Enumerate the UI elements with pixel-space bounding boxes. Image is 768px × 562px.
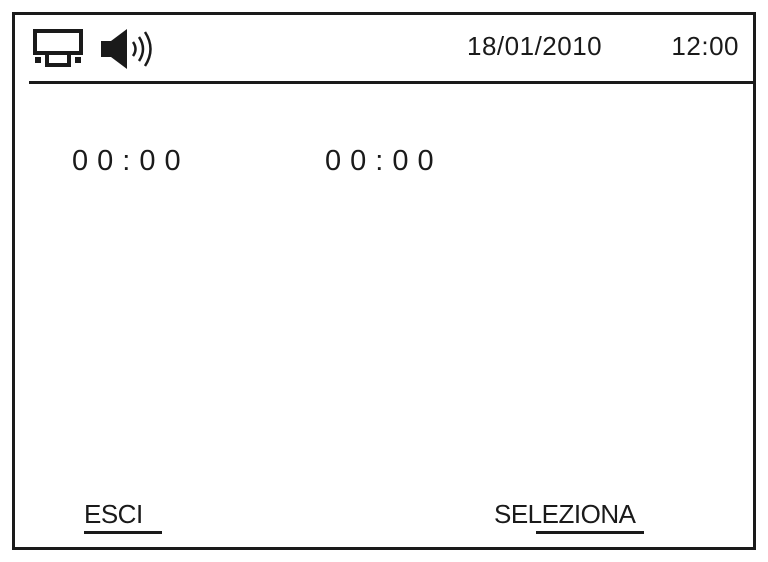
status-date: 18/01/2010: [467, 31, 603, 61]
exit-softkey-underline: [84, 531, 162, 534]
status-time: 12:00: [671, 31, 739, 61]
select-softkey[interactable]: SELEZIONA: [494, 498, 636, 530]
select-softkey-underline: [536, 531, 644, 534]
device-screen: 18/01/2010 12:00 00:00 00:00: [12, 12, 756, 550]
network-icon: [33, 29, 83, 67]
exit-softkey[interactable]: ESCI: [84, 498, 143, 530]
speaker-volume-icon: [101, 29, 152, 69]
timer-end[interactable]: 00:00: [325, 143, 443, 179]
status-divider: [29, 81, 753, 84]
status-bar: 18/01/2010 12:00: [29, 15, 739, 81]
timer-start[interactable]: 00:00: [72, 143, 190, 179]
